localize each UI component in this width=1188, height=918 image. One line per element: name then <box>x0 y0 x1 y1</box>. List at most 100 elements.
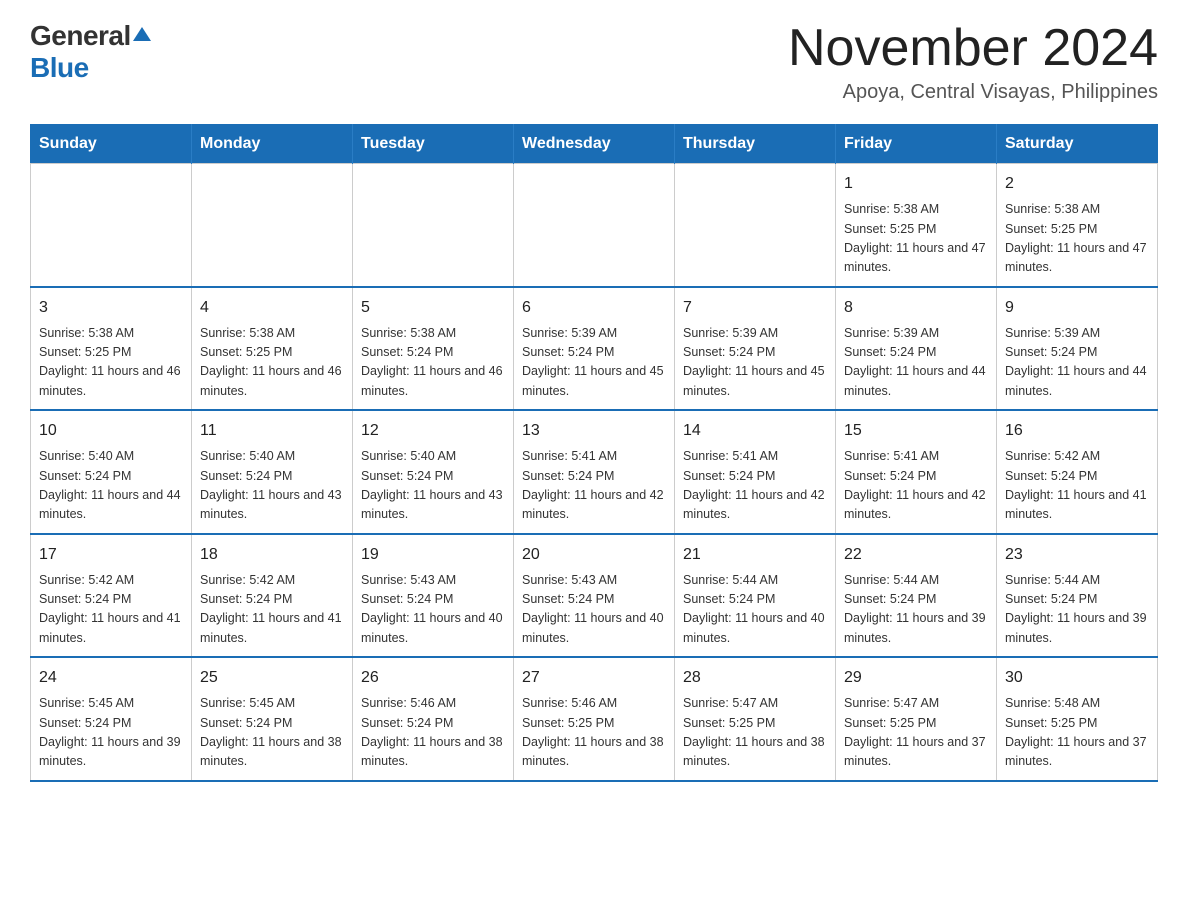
day-number: 8 <box>844 296 988 320</box>
day-info: Sunrise: 5:42 AMSunset: 5:24 PMDaylight:… <box>200 571 344 649</box>
day-number: 30 <box>1005 666 1149 690</box>
table-row: 14Sunrise: 5:41 AMSunset: 5:24 PMDayligh… <box>675 410 836 534</box>
day-info: Sunrise: 5:45 AMSunset: 5:24 PMDaylight:… <box>39 694 183 772</box>
day-number: 4 <box>200 296 344 320</box>
day-number: 3 <box>39 296 183 320</box>
table-row: 13 Sunrise: 5:41 AMSunset: 5:24 PMDayligh… <box>514 410 675 534</box>
day-number: 20 <box>522 543 666 567</box>
day-info: Sunrise: 5:44 AMSunset: 5:24 PMDaylight:… <box>1005 571 1149 649</box>
day-info: Sunrise: 5:41 AMSunset: 5:24 PMDaylight:… <box>522 447 666 525</box>
table-row: 12 Sunrise: 5:40 AMSunset: 5:24 PMDayligh… <box>353 410 514 534</box>
day-info: Sunrise: 5:47 AMSunset: 5:25 PMDaylight:… <box>844 694 988 772</box>
day-info: Sunrise: 5:39 AMSunset: 5:24 PMDaylight:… <box>522 324 666 402</box>
table-row: 2Sunrise: 5:38 AMSunset: 5:25 PMDaylight… <box>997 164 1158 287</box>
table-row <box>675 164 836 287</box>
calendar-table: Sunday Monday Tuesday Wednesday Thursday… <box>30 124 1158 782</box>
table-row: 4 Sunrise: 5:38 AMSunset: 5:25 PMDaylight… <box>192 287 353 411</box>
table-row: 24 Sunrise: 5:45 AMSunset: 5:24 PMDayligh… <box>31 657 192 781</box>
day-info: Sunrise: 5:44 AMSunset: 5:24 PMDaylight:… <box>844 571 988 649</box>
day-number: 13 <box>522 419 666 443</box>
day-info: Sunrise: 5:43 AMSunset: 5:24 PMDaylight:… <box>361 571 505 649</box>
table-row: 23 Sunrise: 5:44 AMSunset: 5:24 PMDayligh… <box>997 534 1158 658</box>
table-row: 26 Sunrise: 5:46 AMSunset: 5:24 PMDayligh… <box>353 657 514 781</box>
day-number: 21 <box>683 543 827 567</box>
day-number: 29 <box>844 666 988 690</box>
table-row: 21 Sunrise: 5:44 AMSunset: 5:24 PMDayligh… <box>675 534 836 658</box>
day-number: 11 <box>200 419 344 443</box>
day-info: Sunrise: 5:41 AMSunset: 5:24 PMDaylight:… <box>683 447 827 525</box>
day-info: Sunrise: 5:40 AMSunset: 5:24 PMDaylight:… <box>361 447 505 525</box>
table-row: 10Sunrise: 5:40 AMSunset: 5:24 PMDayligh… <box>31 410 192 534</box>
table-row: 22 Sunrise: 5:44 AMSunset: 5:24 PMDayligh… <box>836 534 997 658</box>
day-info: Sunrise: 5:40 AMSunset: 5:24 PMDaylight:… <box>39 447 183 525</box>
table-row: 9 Sunrise: 5:39 AMSunset: 5:24 PMDaylight… <box>997 287 1158 411</box>
day-info: Sunrise: 5:42 AMSunset: 5:24 PMDaylight:… <box>1005 447 1149 525</box>
page-header: General Blue November 2024 Apoya, Centra… <box>30 20 1158 104</box>
day-info: Sunrise: 5:39 AMSunset: 5:24 PMDaylight:… <box>1005 324 1149 402</box>
day-info: Sunrise: 5:41 AMSunset: 5:24 PMDaylight:… <box>844 447 988 525</box>
day-info: Sunrise: 5:38 AMSunset: 5:25 PMDaylight:… <box>39 324 183 402</box>
day-info: Sunrise: 5:44 AMSunset: 5:24 PMDaylight:… <box>683 571 827 649</box>
day-info: Sunrise: 5:40 AMSunset: 5:24 PMDaylight:… <box>200 447 344 525</box>
title-block: November 2024 Apoya, Central Visayas, Ph… <box>788 20 1158 104</box>
day-info: Sunrise: 5:42 AMSunset: 5:24 PMDaylight:… <box>39 571 183 649</box>
day-info: Sunrise: 5:45 AMSunset: 5:24 PMDaylight:… <box>200 694 344 772</box>
day-number: 16 <box>1005 419 1149 443</box>
day-number: 17 <box>39 543 183 567</box>
day-number: 28 <box>683 666 827 690</box>
table-row: 18Sunrise: 5:42 AMSunset: 5:24 PMDayligh… <box>192 534 353 658</box>
table-row: 19 Sunrise: 5:43 AMSunset: 5:24 PMDayligh… <box>353 534 514 658</box>
calendar-week-row: 10Sunrise: 5:40 AMSunset: 5:24 PMDayligh… <box>31 410 1158 534</box>
table-row: 27 Sunrise: 5:46 AMSunset: 5:25 PMDayligh… <box>514 657 675 781</box>
table-row: 28 Sunrise: 5:47 AMSunset: 5:25 PMDayligh… <box>675 657 836 781</box>
logo-general-text: General <box>30 20 131 52</box>
logo: General Blue <box>30 20 151 84</box>
table-row: 16 Sunrise: 5:42 AMSunset: 5:24 PMDayligh… <box>997 410 1158 534</box>
day-number: 5 <box>361 296 505 320</box>
day-info: Sunrise: 5:38 AMSunset: 5:25 PMDaylight:… <box>1005 200 1149 278</box>
calendar-week-row: 24 Sunrise: 5:45 AMSunset: 5:24 PMDayligh… <box>31 657 1158 781</box>
col-friday: Friday <box>836 125 997 164</box>
day-info: Sunrise: 5:48 AMSunset: 5:25 PMDaylight:… <box>1005 694 1149 772</box>
table-row: 15Sunrise: 5:41 AMSunset: 5:24 PMDayligh… <box>836 410 997 534</box>
logo-triangle-icon <box>133 25 151 43</box>
table-row: 1 Sunrise: 5:38 AMSunset: 5:25 PMDaylight… <box>836 164 997 287</box>
day-info: Sunrise: 5:39 AMSunset: 5:24 PMDaylight:… <box>844 324 988 402</box>
table-row <box>514 164 675 287</box>
day-info: Sunrise: 5:43 AMSunset: 5:24 PMDaylight:… <box>522 571 666 649</box>
table-row <box>353 164 514 287</box>
day-number: 7 <box>683 296 827 320</box>
day-number: 12 <box>361 419 505 443</box>
col-monday: Monday <box>192 125 353 164</box>
table-row: 11 Sunrise: 5:40 AMSunset: 5:24 PMDayligh… <box>192 410 353 534</box>
col-tuesday: Tuesday <box>353 125 514 164</box>
day-info: Sunrise: 5:38 AMSunset: 5:24 PMDaylight:… <box>361 324 505 402</box>
day-number: 26 <box>361 666 505 690</box>
location-subtitle: Apoya, Central Visayas, Philippines <box>788 81 1158 104</box>
month-year-title: November 2024 <box>788 20 1158 77</box>
day-number: 23 <box>1005 543 1149 567</box>
day-info: Sunrise: 5:47 AMSunset: 5:25 PMDaylight:… <box>683 694 827 772</box>
day-number: 27 <box>522 666 666 690</box>
day-info: Sunrise: 5:38 AMSunset: 5:25 PMDaylight:… <box>844 200 988 278</box>
table-row: 5 Sunrise: 5:38 AMSunset: 5:24 PMDaylight… <box>353 287 514 411</box>
day-info: Sunrise: 5:39 AMSunset: 5:24 PMDaylight:… <box>683 324 827 402</box>
calendar-week-row: 17 Sunrise: 5:42 AMSunset: 5:24 PMDayligh… <box>31 534 1158 658</box>
day-number: 19 <box>361 543 505 567</box>
day-number: 22 <box>844 543 988 567</box>
day-info: Sunrise: 5:38 AMSunset: 5:25 PMDaylight:… <box>200 324 344 402</box>
col-thursday: Thursday <box>675 125 836 164</box>
day-number: 9 <box>1005 296 1149 320</box>
day-number: 1 <box>844 172 988 196</box>
table-row: 8 Sunrise: 5:39 AMSunset: 5:24 PMDaylight… <box>836 287 997 411</box>
table-row: 29 Sunrise: 5:47 AMSunset: 5:25 PMDayligh… <box>836 657 997 781</box>
day-info: Sunrise: 5:46 AMSunset: 5:25 PMDaylight:… <box>522 694 666 772</box>
calendar-header-row: Sunday Monday Tuesday Wednesday Thursday… <box>31 125 1158 164</box>
day-number: 24 <box>39 666 183 690</box>
table-row <box>192 164 353 287</box>
day-number: 25 <box>200 666 344 690</box>
day-info: Sunrise: 5:46 AMSunset: 5:24 PMDaylight:… <box>361 694 505 772</box>
table-row: 3 Sunrise: 5:38 AMSunset: 5:25 PMDaylight… <box>31 287 192 411</box>
col-sunday: Sunday <box>31 125 192 164</box>
table-row <box>31 164 192 287</box>
